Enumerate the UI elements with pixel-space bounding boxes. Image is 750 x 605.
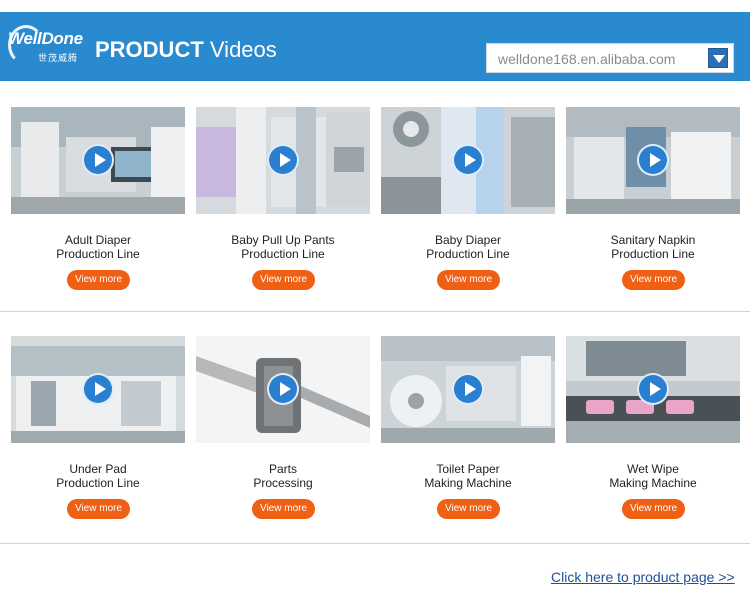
play-icon[interactable] (637, 373, 669, 405)
product-name-line-2: Production Line (611, 247, 695, 261)
product-name-line-2: Production Line (241, 247, 325, 261)
store-search-box[interactable]: welldone168.en.alibaba.com (486, 43, 734, 73)
product-card: Wet Wipe Making Machine View more (566, 336, 740, 541)
view-more-button[interactable]: View more (67, 499, 130, 519)
header-banner: WellDone 世茂威腾 PRODUCT Videos welldone168… (0, 12, 750, 81)
page-title: PRODUCT Videos (95, 37, 277, 63)
view-more-button[interactable]: View more (67, 270, 130, 290)
product-name: Under Pad Production Line (11, 462, 185, 490)
product-name: Sanitary Napkin Production Line (566, 233, 740, 261)
product-name-line-1: Adult Diaper (64, 233, 132, 247)
view-more-button[interactable]: View more (437, 270, 500, 290)
view-more-button[interactable]: View more (622, 499, 685, 519)
parts-processing-video-thumbnail[interactable] (196, 336, 370, 443)
product-name: Wet Wipe Making Machine (566, 462, 740, 490)
product-name-line-2: Production Line (426, 247, 510, 261)
sanitary-napkin-video-thumbnail[interactable] (566, 107, 740, 214)
product-name-line-1: Wet Wipe (627, 462, 679, 476)
product-page-link[interactable]: Click here to product page >> (551, 569, 735, 585)
product-name-line-2: Processing (253, 476, 313, 490)
product-name: Baby Diaper Production Line (381, 233, 555, 261)
product-name-line-1: Baby Diaper (434, 233, 502, 247)
store-url-text: welldone168.en.alibaba.com (498, 51, 676, 67)
product-name: Parts Processing (196, 462, 370, 490)
product-name: Baby Pull Up Pants Production Line (196, 233, 370, 261)
product-name-line-1: Sanitary Napkin (610, 233, 696, 247)
row-divider (0, 543, 750, 544)
product-card: Under Pad Production Line View more (11, 336, 185, 541)
page-title-bold: PRODUCT (95, 37, 204, 62)
view-more-button[interactable]: View more (252, 499, 315, 519)
logo-text: WellDone (8, 29, 83, 48)
product-name: Toilet Paper Making Machine (381, 462, 555, 490)
play-icon[interactable] (452, 144, 484, 176)
welldone-logo[interactable]: WellDone 世茂威腾 (8, 25, 88, 69)
play-icon[interactable] (267, 373, 299, 405)
page-title-rest: Videos (209, 37, 277, 62)
row-divider (0, 311, 750, 312)
view-more-button[interactable]: View more (622, 270, 685, 290)
product-name-line-2: Making Machine (424, 476, 512, 490)
product-name-line-1: Under Pad (69, 462, 127, 476)
product-name-line-1: Toilet Paper (436, 462, 500, 476)
baby-diaper-video-thumbnail[interactable] (381, 107, 555, 214)
product-card: Baby Pull Up Pants Production Line View … (196, 107, 370, 312)
view-more-button[interactable]: View more (437, 499, 500, 519)
play-icon[interactable] (267, 144, 299, 176)
logo-subtitle: 世茂威腾 (38, 54, 79, 64)
product-card: Baby Diaper Production Line View more (381, 107, 555, 312)
product-name-line-1: Baby Pull Up Pants (231, 233, 335, 247)
dropdown-arrow-icon[interactable] (708, 48, 728, 68)
play-icon[interactable] (452, 373, 484, 405)
play-icon[interactable] (82, 373, 114, 405)
view-more-button[interactable]: View more (252, 270, 315, 290)
product-name: Adult Diaper Production Line (11, 233, 185, 261)
product-card: Toilet Paper Making Machine View more (381, 336, 555, 541)
product-card: Parts Processing View more (196, 336, 370, 541)
pull-up-pants-video-thumbnail[interactable] (196, 107, 370, 214)
product-row-2: Under Pad Production Line View more Part… (0, 336, 750, 565)
product-name-line-2: Production Line (56, 247, 140, 261)
product-card: Sanitary Napkin Production Line View mor… (566, 107, 740, 312)
product-name-line-2: Making Machine (609, 476, 697, 490)
product-card: Adult Diaper Production Line View more (11, 107, 185, 312)
play-icon[interactable] (637, 144, 669, 176)
wet-wipe-video-thumbnail[interactable] (566, 336, 740, 443)
adult-diaper-video-thumbnail[interactable] (11, 107, 185, 214)
under-pad-video-thumbnail[interactable] (11, 336, 185, 443)
product-row-1: Adult Diaper Production Line View more B… (0, 107, 750, 336)
product-name-line-1: Parts (268, 462, 297, 476)
play-icon[interactable] (82, 144, 114, 176)
toilet-paper-video-thumbnail[interactable] (381, 336, 555, 443)
product-name-line-2: Production Line (56, 476, 140, 490)
